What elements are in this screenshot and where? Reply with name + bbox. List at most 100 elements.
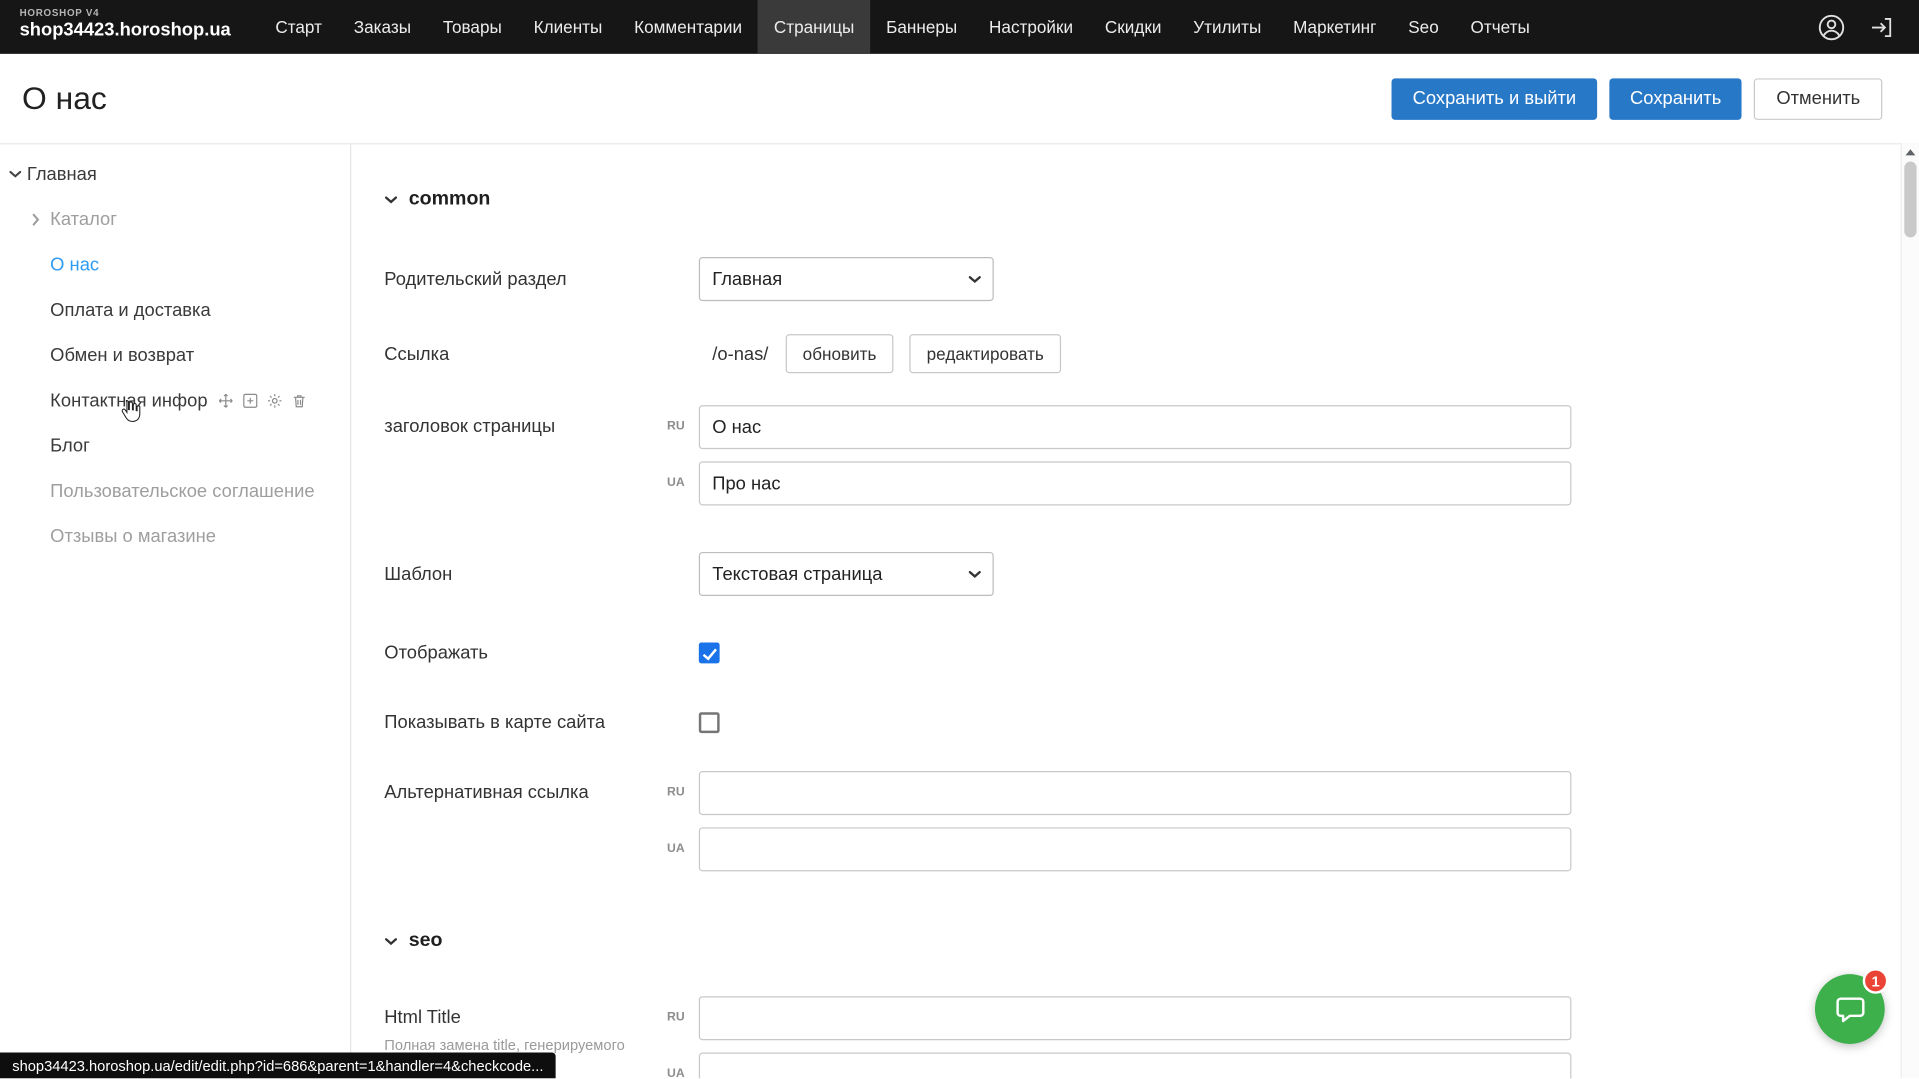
chevron-right-icon[interactable] (32, 213, 50, 226)
section-title: common (409, 188, 491, 210)
logo-domain: shop34423.horoshop.ua (20, 20, 260, 41)
mouse-cursor (120, 398, 143, 430)
menu-item-start[interactable]: Старт (259, 0, 337, 54)
page-title: О нас (22, 80, 107, 118)
settings-icon[interactable] (266, 393, 282, 409)
link-row: Ссылка /o-nas/ обновить редактировать (384, 334, 1919, 373)
admin-page: HOROSHOP V4 shop34423.horoshop.ua Старт … (0, 0, 1919, 1078)
move-icon[interactable] (217, 393, 233, 409)
menu-item-marketing[interactable]: Маркетинг (1277, 0, 1392, 54)
refresh-link-button[interactable]: обновить (786, 334, 894, 373)
sidebar-item-obmen-i-vozvrat[interactable]: Обмен и возврат (0, 333, 350, 378)
template-select-control[interactable]: Текстовая страница (699, 552, 994, 596)
save-button[interactable]: Сохранить (1609, 78, 1742, 120)
template-select: Текстовая страница (699, 552, 994, 596)
tree-label: Блог (50, 436, 90, 457)
chat-unread-badge: 1 (1863, 968, 1889, 994)
sidebar-item-kontaktnaya-infor[interactable]: Контактная инфор (0, 378, 350, 423)
parent-section-row: Родительский раздел Главная (384, 257, 1919, 301)
field-label: заголовок страницы (384, 405, 699, 505)
lang-ua-badge: UA (667, 1067, 685, 1078)
sitemap-checkbox[interactable] (699, 712, 720, 733)
sitemap-row: Показывать в карте сайта (384, 712, 1919, 733)
field-label: Показывать в карте сайта (384, 712, 699, 733)
sidebar-item-oplata-i-dostavka[interactable]: Оплата и доставка (0, 288, 350, 333)
menu-item-products[interactable]: Товары (427, 0, 518, 54)
parent-section-select-control[interactable]: Главная (699, 257, 994, 301)
alt-link-ru-input[interactable] (699, 771, 1572, 815)
sidebar-item-katalog[interactable]: Каталог (0, 197, 350, 242)
tree-label: Обмен и возврат (50, 345, 194, 366)
tree-label: Отзывы о магазине (50, 526, 216, 547)
page-title-ru-input[interactable] (699, 405, 1572, 449)
status-bar: shop34423.horoshop.ua/edit/edit.php?id=6… (0, 1053, 556, 1079)
chat-bubble-icon (1834, 993, 1866, 1025)
html-title-ua-input[interactable] (699, 1053, 1572, 1079)
alt-link-ua-input[interactable] (699, 827, 1572, 871)
section-common[interactable]: common (384, 187, 1919, 211)
delete-icon[interactable] (291, 393, 307, 409)
chevron-down-icon[interactable] (9, 170, 27, 179)
sidebar-item-glavnaya[interactable]: Главная (0, 152, 350, 197)
lang-ru-badge: RU (667, 786, 685, 799)
scroll-up-arrow-icon[interactable] (1906, 149, 1916, 155)
chat-widget-button[interactable]: 1 (1815, 974, 1885, 1044)
sidebar-item-polzovatelskoe-soglashenie[interactable]: Пользовательское соглашение (0, 469, 350, 514)
section-seo[interactable]: seo (384, 929, 1919, 953)
lang-ua-badge: UA (667, 842, 685, 855)
status-url: shop34423.horoshop.ua/edit/edit.php?id=6… (12, 1057, 543, 1074)
menu-item-orders[interactable]: Заказы (338, 0, 427, 54)
sidebar-item-o-nas[interactable]: О нас (0, 242, 350, 287)
field-label: Отображать (384, 643, 699, 664)
html-title-ru-input[interactable] (699, 996, 1572, 1040)
main-menu: Старт Заказы Товары Клиенты Комментарии … (259, 0, 1545, 54)
topbar-right (1815, 0, 1919, 54)
sidebar-item-otzyvy-o-magazine[interactable]: Отзывы о магазине (0, 514, 350, 559)
menu-item-reports[interactable]: Отчеты (1455, 0, 1546, 54)
pages-tree: Главная Каталог О нас Оплата и доставка … (0, 144, 351, 1078)
topbar: HOROSHOP V4 shop34423.horoshop.ua Старт … (0, 0, 1919, 54)
menu-item-banners[interactable]: Баннеры (870, 0, 973, 54)
field-label: Ссылка (384, 343, 699, 364)
html-title-row: Html Title Полная замена title, генериру… (384, 996, 1919, 1078)
chevron-down-icon (384, 930, 397, 952)
logout-icon[interactable] (1865, 11, 1897, 43)
logo-version: HOROSHOP V4 (20, 7, 260, 18)
chevron-down-icon (384, 188, 397, 210)
edit-form: common Родительский раздел Главная Ссылк… (351, 144, 1919, 1078)
add-icon[interactable] (242, 393, 258, 409)
logo[interactable]: HOROSHOP V4 shop34423.horoshop.ua (0, 0, 259, 54)
tree-label: Каталог (50, 209, 117, 230)
link-path: /o-nas/ (712, 343, 768, 364)
save-exit-button[interactable]: Сохранить и выйти (1392, 78, 1597, 120)
vertical-scrollbar[interactable] (1901, 143, 1919, 1078)
sidebar-item-blog[interactable]: Блог (0, 423, 350, 468)
menu-item-clients[interactable]: Клиенты (518, 0, 619, 54)
edit-link-button[interactable]: редактировать (910, 334, 1061, 373)
field-label: Родительский раздел (384, 269, 699, 290)
tree-label: О нас (50, 255, 99, 276)
field-label: Альтернативная ссылка (384, 771, 699, 871)
field-label-text: Html Title (384, 1007, 699, 1028)
parent-section-select: Главная (699, 257, 994, 301)
field-label: Шаблон (384, 564, 699, 585)
lang-ua-badge: UA (667, 476, 685, 489)
menu-item-utilities[interactable]: Утилиты (1177, 0, 1277, 54)
menu-item-discounts[interactable]: Скидки (1089, 0, 1177, 54)
tree-item-actions (217, 393, 306, 409)
page-header: О нас Сохранить и выйти Сохранить Отмени… (0, 54, 1919, 143)
display-checkbox[interactable] (699, 643, 720, 664)
menu-item-comments[interactable]: Комментарии (618, 0, 758, 54)
menu-item-seo[interactable]: Seo (1392, 0, 1454, 54)
section-title: seo (409, 930, 443, 952)
account-icon[interactable] (1815, 11, 1847, 43)
page-title-ua-input[interactable] (699, 461, 1572, 505)
tree-label: Главная (27, 164, 97, 185)
page-title-row: заголовок страницы RU UA (384, 405, 1919, 505)
scrollbar-thumb[interactable] (1904, 162, 1916, 238)
menu-item-pages[interactable]: Страницы (758, 0, 870, 54)
lang-ru-badge: RU (667, 1011, 685, 1024)
menu-item-settings[interactable]: Настройки (973, 0, 1089, 54)
tree-label: Оплата и доставка (50, 300, 211, 321)
cancel-button[interactable]: Отменить (1754, 78, 1882, 120)
